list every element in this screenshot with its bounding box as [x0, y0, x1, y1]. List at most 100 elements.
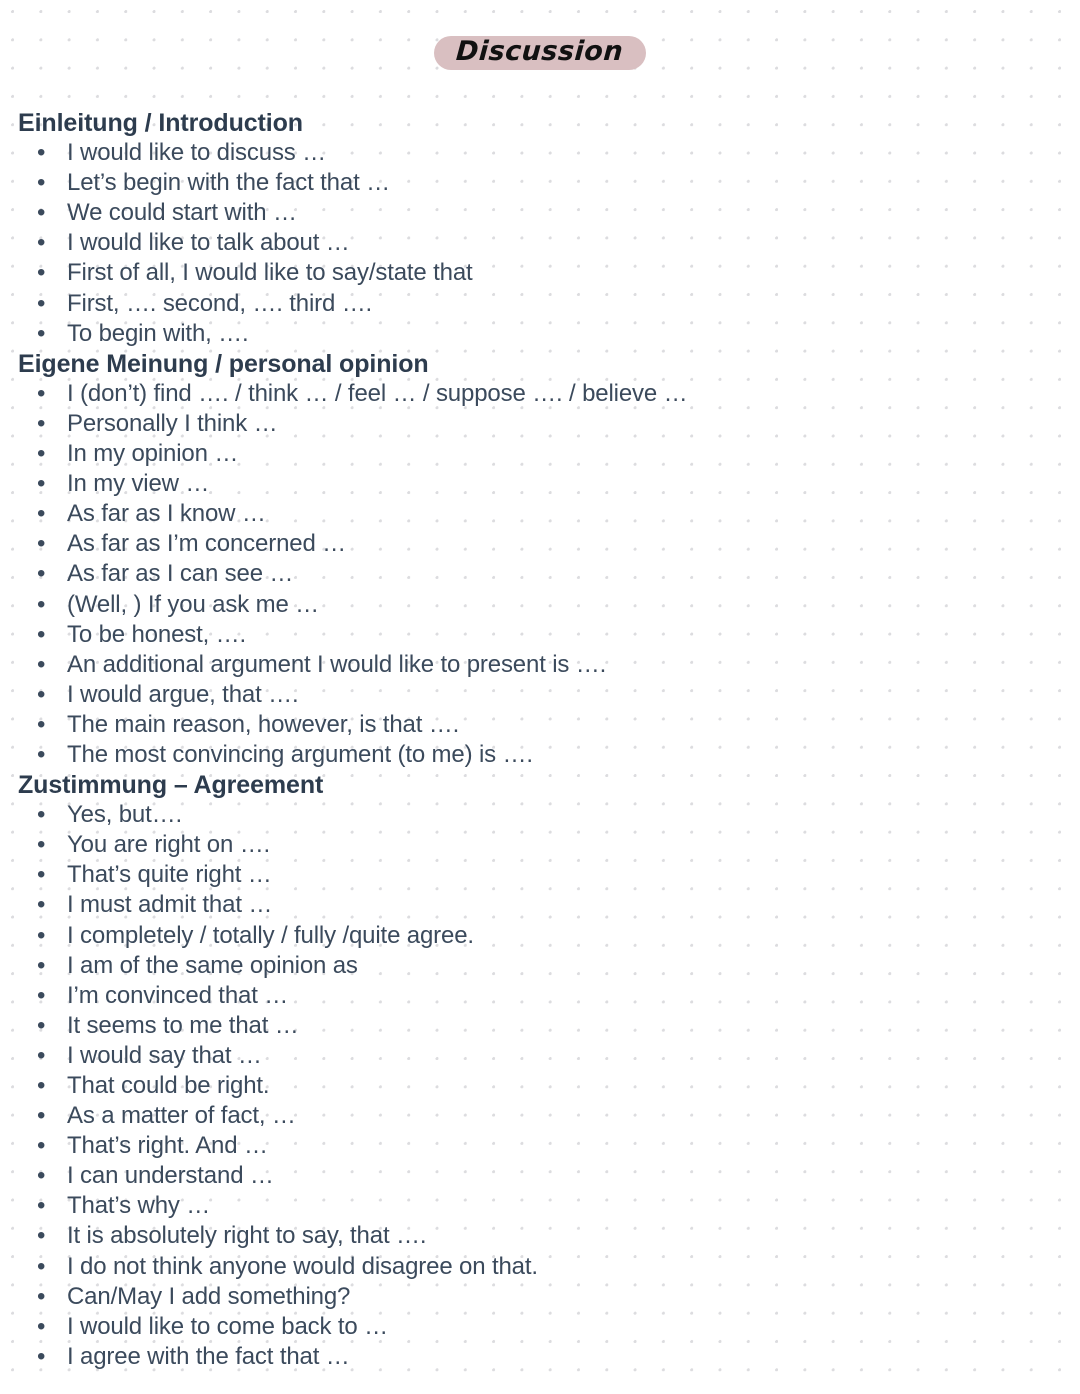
list-item-text: (Well, ) If you ask me … — [67, 590, 320, 618]
bullet-icon: • — [37, 891, 46, 919]
list-item: • The most convincing argument (to me) is… — [18, 740, 1058, 770]
list-item: • I’m convinced that … — [18, 981, 1058, 1011]
list-item: • Personally I think … — [18, 409, 1058, 439]
list-item-text: That’s quite right … — [67, 861, 272, 889]
list-item-text: First, …. second, …. third …. — [67, 289, 373, 317]
bullet-icon: • — [37, 710, 46, 738]
bullet-icon: • — [37, 921, 46, 949]
bullet-icon: • — [37, 530, 46, 558]
list-item-text: First of all, I would like to say/state … — [67, 259, 473, 287]
page-title-container: Discussion — [0, 36, 1080, 70]
list-item-text: I agree with the fact that … — [67, 1342, 350, 1370]
list-item-text: You are right on …. — [67, 831, 271, 859]
bullet-icon: • — [37, 650, 46, 678]
list-item-text: I’m convinced that … — [67, 981, 289, 1009]
list-item: • You are right on …. — [18, 830, 1058, 860]
bullet-icon: • — [37, 379, 46, 407]
list-item: • As far as I know … — [18, 499, 1058, 529]
list-item-text: I can understand … — [67, 1162, 274, 1190]
list-item: • I would like to discuss … — [18, 138, 1058, 168]
bullet-icon: • — [37, 560, 46, 588]
worksheet-content: Einleitung / Introduction • I would like t… — [18, 108, 1058, 1372]
list-item: • It is absolutely right to say, that …. — [18, 1221, 1058, 1251]
list-item: • Let’s begin with the fact that … — [18, 168, 1058, 198]
bullet-icon: • — [37, 981, 46, 1009]
bullet-icon: • — [37, 1162, 46, 1190]
list-item-text: We could start with … — [67, 199, 297, 227]
bullet-icon: • — [37, 1011, 46, 1039]
list-item: • To be honest, …. — [18, 620, 1058, 650]
list-item-text: I am of the same opinion as — [67, 951, 358, 979]
list-item-text: As far as I’m concerned … — [67, 530, 347, 558]
list-item: • To begin with, …. — [18, 319, 1058, 349]
list-item-text: I must admit that … — [67, 891, 273, 919]
list-item-text: As a matter of fact, … — [67, 1102, 296, 1130]
bullet-icon: • — [37, 199, 46, 227]
section: Einleitung / Introduction • I would like t… — [18, 108, 1058, 349]
list-item: • In my view … — [18, 469, 1058, 499]
list-item-text: In my opinion … — [67, 440, 239, 468]
bullet-icon: • — [37, 470, 46, 498]
list-item-text: Let’s begin with the fact that … — [67, 169, 390, 197]
list-item: • We could start with … — [18, 198, 1058, 228]
list-item: • I would like to come back to … — [18, 1312, 1058, 1342]
list-item-text: In my view … — [67, 470, 210, 498]
list-item-text: That could be right. — [67, 1072, 270, 1099]
list-item: • That could be right. — [18, 1071, 1058, 1101]
list-item-text: Personally I think … — [67, 409, 278, 437]
list-item: • An additional argument I would like to … — [18, 650, 1058, 680]
list-item-text: I would say that … — [67, 1041, 262, 1069]
list-item-text: An additional argument I would like to p… — [67, 650, 607, 678]
list-item: • I am of the same opinion as — [18, 951, 1058, 981]
list-item: • I would say that … — [18, 1041, 1058, 1071]
worksheet-page: Discussion Einleitung / Introduction • I w… — [0, 0, 1080, 1394]
bullet-icon: • — [37, 229, 46, 257]
list-item-text: I would like to come back to … — [67, 1312, 388, 1340]
list-item: • As a matter of fact, … — [18, 1101, 1058, 1131]
bullet-icon: • — [37, 861, 46, 889]
bullet-icon: • — [37, 831, 46, 859]
list-item-text: It is absolutely right to say, that …. — [67, 1222, 427, 1250]
list-item: • I agree with the fact that … — [18, 1342, 1058, 1372]
list-item-text: That’s why … — [67, 1192, 211, 1220]
list-item-text: Can/May I add something? — [67, 1282, 351, 1310]
list-item: • (Well, ) If you ask me … — [18, 590, 1058, 620]
list-item-text: I would like to talk about … — [67, 229, 350, 257]
bullet-icon: • — [37, 1192, 46, 1220]
list-item-text: As far as I know … — [67, 500, 266, 528]
list-item-text: That’s right. And … — [67, 1132, 268, 1160]
section-heading: Eigene Meinung / personal opinion — [18, 349, 429, 378]
bullet-icon: • — [37, 620, 46, 648]
section-heading: Einleitung / Introduction — [18, 109, 303, 137]
section: Eigene Meinung / personal opinion • I (don… — [18, 349, 1058, 770]
bullet-icon: • — [37, 409, 46, 437]
bullet-icon: • — [37, 1132, 46, 1160]
bullet-icon: • — [37, 259, 46, 287]
bullet-icon: • — [37, 1041, 46, 1069]
bullet-icon: • — [37, 1282, 46, 1310]
list-item: • I would like to talk about … — [18, 228, 1058, 258]
title-highlight-marker: Discussion — [434, 36, 646, 70]
phrase-list: • I (don’t) find …. / think … / feel … / … — [18, 379, 1058, 770]
list-item-text: I completely / totally / fully /quite ag… — [67, 921, 474, 949]
phrase-list: • I would like to discuss … • Let’s begin w… — [18, 138, 1058, 349]
phrase-list: • Yes, but…. • You are right on …. • That’s q… — [18, 800, 1058, 1372]
bullet-icon: • — [37, 740, 46, 768]
section: Zustimmung – Agreement • Yes, but…. • You ar… — [18, 770, 1058, 1372]
bullet-icon: • — [37, 289, 46, 317]
list-item: • First of all, I would like to say/state… — [18, 258, 1058, 288]
bullet-icon: • — [37, 1072, 46, 1099]
list-item: • The main reason, however, is that …. — [18, 710, 1058, 740]
list-item-text: I would argue, that …. — [67, 680, 299, 708]
list-item-text: It seems to me that … — [67, 1011, 299, 1039]
bullet-icon: • — [37, 1252, 46, 1280]
list-item: • I (don’t) find …. / think … / feel … / … — [18, 379, 1058, 409]
bullet-icon: • — [37, 680, 46, 708]
list-item-text: The most convincing argument (to me) is … — [67, 740, 533, 768]
section-heading: Zustimmung – Agreement — [18, 771, 324, 800]
bullet-icon: • — [37, 440, 46, 468]
list-item-text: I would like to discuss … — [67, 139, 327, 167]
list-item: • As far as I’m concerned … — [18, 529, 1058, 559]
list-item-text: As far as I can see … — [67, 560, 294, 588]
list-item: • In my opinion … — [18, 439, 1058, 469]
